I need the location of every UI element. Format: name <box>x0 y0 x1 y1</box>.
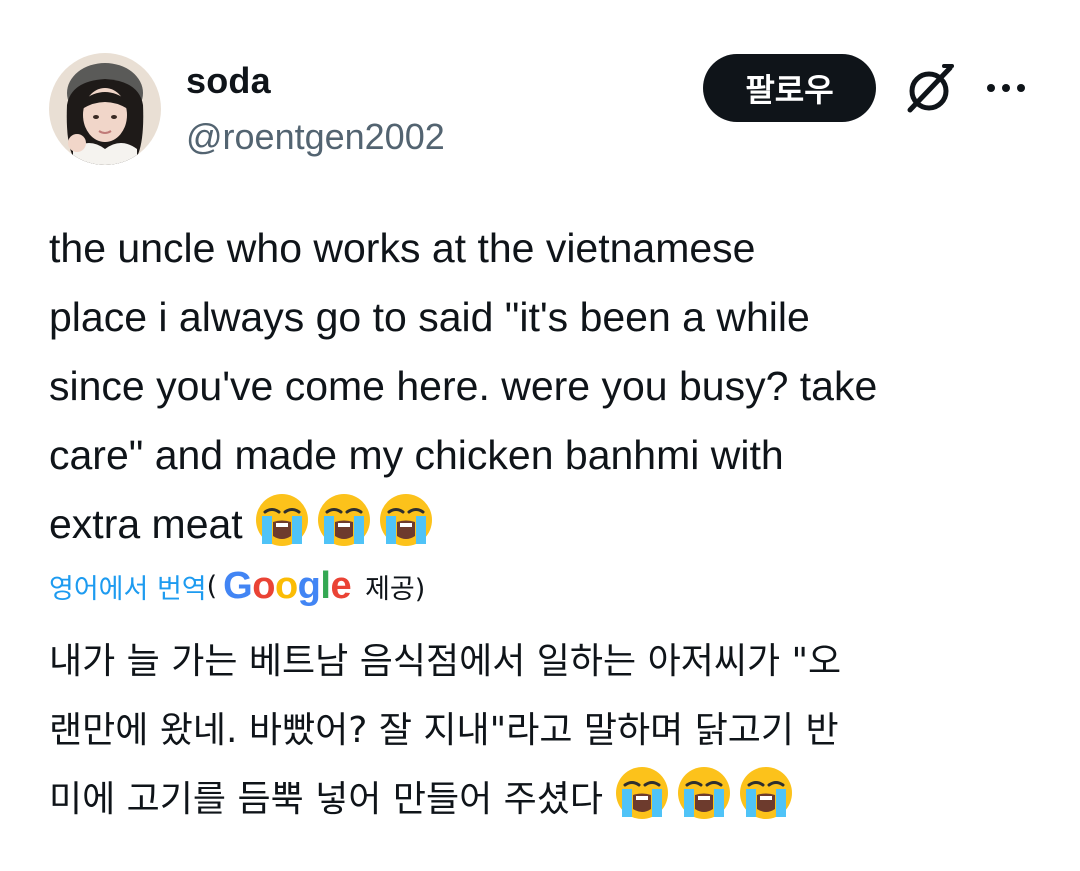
tweet-body: the uncle who works at the vietnamese pl… <box>49 214 1049 559</box>
translation-attribution: 영어에서 번역 ( Google 제공) <box>49 563 749 609</box>
avatar[interactable] <box>49 53 161 165</box>
loudly-crying-face-icon <box>616 767 669 819</box>
loudly-crying-face-icon <box>318 494 371 546</box>
provided-label: 제공) <box>365 573 426 605</box>
loudly-crying-face-icon <box>678 767 731 819</box>
grok-glyph <box>907 64 954 113</box>
translated-from-english-link[interactable]: 영어에서 번역 <box>49 567 207 606</box>
emoji-group <box>254 492 434 548</box>
loudly-crying-face-icon <box>380 494 433 546</box>
loudly-crying-face-icon <box>256 494 309 546</box>
loudly-crying-face-icon <box>740 767 793 819</box>
grok-icon[interactable] <box>900 60 958 118</box>
user-handle[interactable]: @roentgen2002 <box>186 116 445 158</box>
display-name[interactable]: soda <box>186 60 271 102</box>
more-options-icon[interactable] <box>984 73 1028 103</box>
tweet-header: soda @roentgen2002 팔로우 <box>0 0 1080 180</box>
open-paren: ( <box>206 570 218 602</box>
emoji-group-translated <box>614 765 794 821</box>
tweet-text: the uncle who works at the vietnamese pl… <box>49 225 878 547</box>
google-logo: Google <box>223 564 352 607</box>
ellipsis-glyph <box>987 84 1025 92</box>
follow-button[interactable]: 팔로우 <box>703 54 876 122</box>
avatar-photo <box>49 53 161 165</box>
translated-tweet-body: 내가 늘 가는 베트남 음식점에서 일하는 아저씨가 "오 랜만에 왔네. 바빴… <box>49 627 1049 834</box>
